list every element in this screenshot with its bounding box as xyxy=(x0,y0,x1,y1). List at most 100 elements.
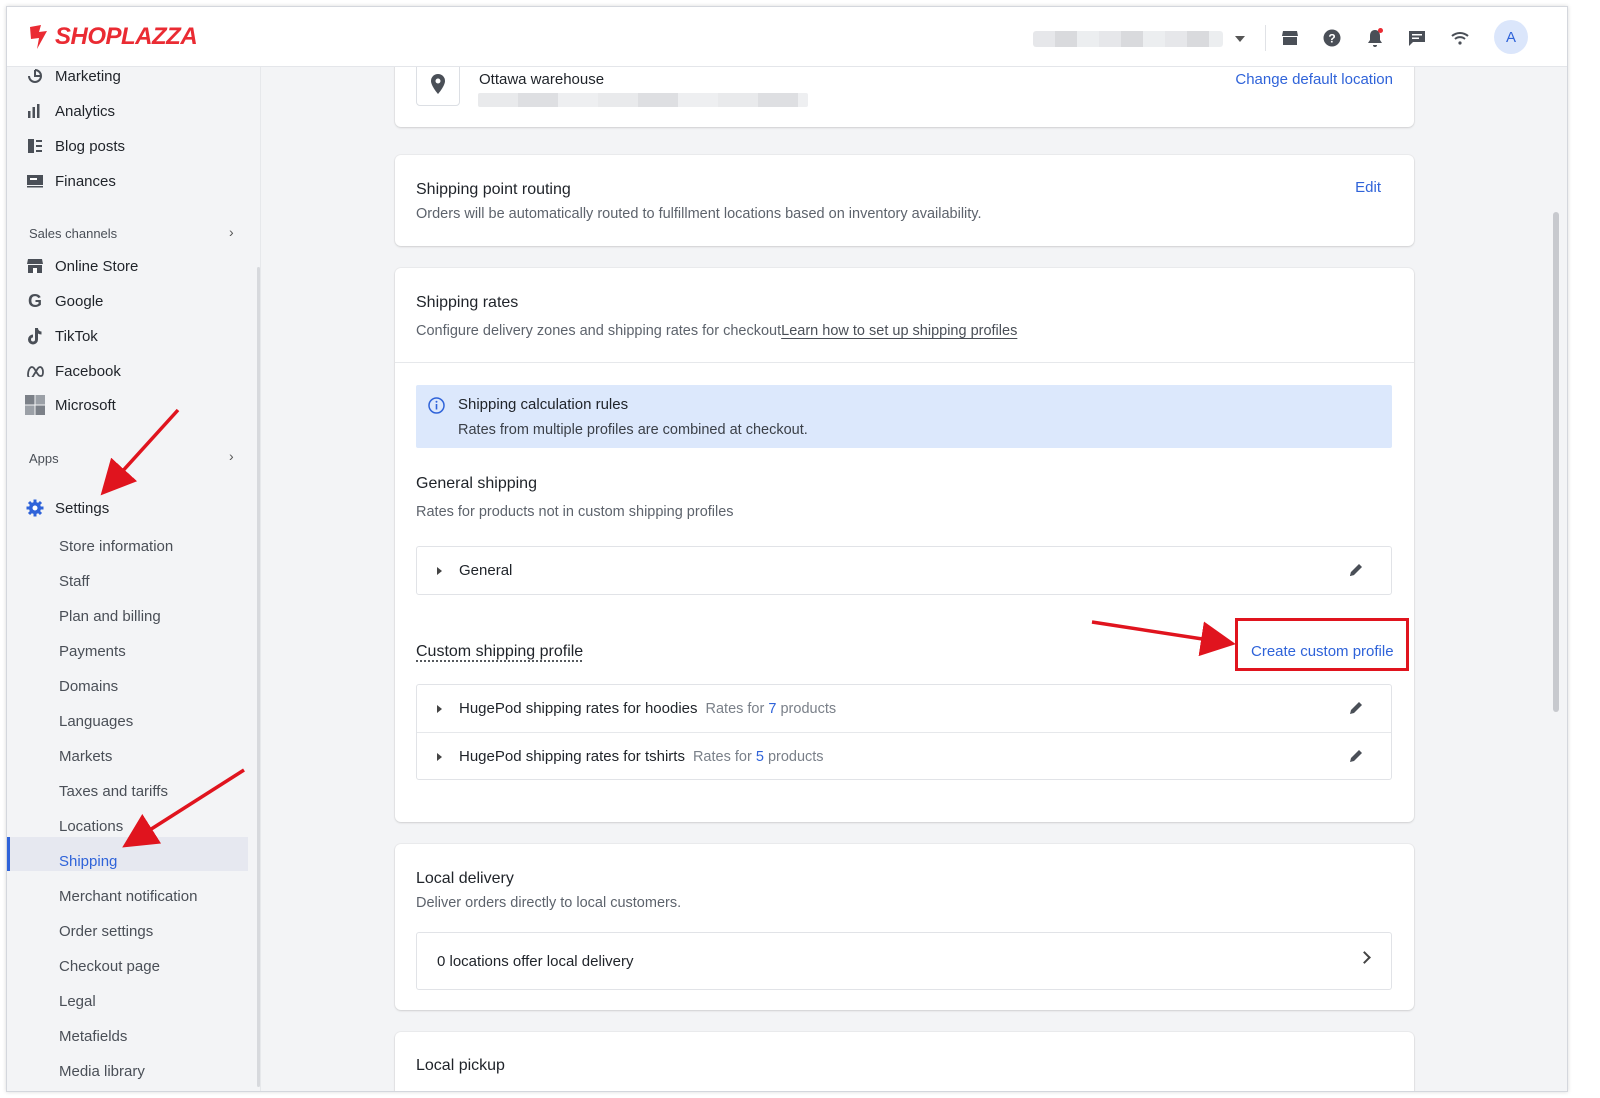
sidebar-item-locations[interactable]: Locations xyxy=(59,818,123,835)
edit-routing-link[interactable]: Edit xyxy=(1355,179,1381,196)
sidebar-item-settings[interactable]: Settings xyxy=(25,498,109,518)
sidebar-item-label: Google xyxy=(55,292,104,310)
sidebar-item-label: Online Store xyxy=(55,257,139,275)
store-switcher[interactable] xyxy=(1033,29,1253,49)
profile-name: HugePod shipping rates for tshirts Rates … xyxy=(459,748,824,765)
card-title: Local pickup xyxy=(416,1057,505,1074)
pencil-icon[interactable] xyxy=(1347,561,1365,579)
divider xyxy=(395,362,1414,363)
active-item-indicator xyxy=(7,837,10,871)
sidebar-item-taxes[interactable]: Taxes and tariffs xyxy=(59,783,168,800)
location-name: Ottawa warehouse xyxy=(479,71,605,88)
card-description: Configure delivery zones and shipping ra… xyxy=(416,323,1017,339)
shipping-rates-card: Shipping rates Configure delivery zones … xyxy=(395,268,1414,822)
local-delivery-card: Local delivery Deliver orders directly t… xyxy=(395,844,1414,1010)
sidebar-item-label: Blog posts xyxy=(55,137,126,155)
help-icon[interactable]: ? xyxy=(1321,27,1343,49)
location-pin-icon xyxy=(431,74,445,94)
chevron-right-icon xyxy=(1358,951,1371,964)
expand-caret-icon[interactable] xyxy=(437,567,442,575)
custom-profile-row[interactable]: HugePod shipping rates for hoodies Rates … xyxy=(417,685,1391,732)
sidebar-item-tiktok[interactable]: TikTok xyxy=(25,326,98,346)
meta-suffix: products xyxy=(780,701,837,717)
store-icon[interactable] xyxy=(1279,27,1301,49)
card-description: Orders will be automatically routed to f… xyxy=(416,206,982,222)
marketing-icon xyxy=(25,66,45,86)
top-bar: SHOPLAZZA ? A xyxy=(7,7,1567,67)
profile-meta: Rates for 7 products xyxy=(706,701,837,717)
learn-shipping-profiles-link[interactable]: Learn how to set up shipping profiles xyxy=(781,323,1017,339)
sidebar-item-payments[interactable]: Payments xyxy=(59,643,126,660)
wifi-icon[interactable] xyxy=(1449,27,1471,49)
sidebar-item-order-settings[interactable]: Order settings xyxy=(59,923,153,940)
finances-icon xyxy=(25,171,45,191)
chevron-right-icon[interactable]: › xyxy=(229,448,234,464)
sidebar: Marketing Analytics Blog posts Finances … xyxy=(7,66,261,1091)
local-delivery-row[interactable]: 0 locations offer local delivery xyxy=(416,932,1392,990)
card-description: Deliver orders directly to local custome… xyxy=(416,895,682,911)
main-scrollbar[interactable] xyxy=(1551,67,1561,1091)
meta-prefix: Rates for xyxy=(705,701,765,717)
store-name-redacted xyxy=(1033,31,1223,47)
avatar[interactable]: A xyxy=(1494,20,1528,54)
default-location-card: Ottawa warehouse Change default location xyxy=(395,67,1414,127)
sidebar-item-media-library[interactable]: Media library xyxy=(59,1063,145,1080)
sidebar-item-shipping[interactable]: Shipping xyxy=(59,853,117,870)
main-content: Ottawa warehouse Change default location… xyxy=(261,67,1551,1091)
info-text: Rates from multiple profiles are combine… xyxy=(458,422,808,438)
sidebar-scrollbar[interactable] xyxy=(257,267,260,1087)
sidebar-item-microsoft[interactable]: Microsoft xyxy=(25,395,116,415)
sidebar-item-markets[interactable]: Markets xyxy=(59,748,112,765)
active-item-highlight xyxy=(7,837,248,871)
sidebar-item-label: Facebook xyxy=(55,362,121,380)
sidebar-item-metafields[interactable]: Metafields xyxy=(59,1028,127,1045)
app-window: SHOPLAZZA ? A Marketing Analytics Blog p… xyxy=(6,6,1568,1092)
sidebar-item-finances[interactable]: Finances xyxy=(25,171,116,191)
expand-caret-icon[interactable] xyxy=(437,705,442,713)
microsoft-icon xyxy=(25,395,45,415)
sidebar-item-domains[interactable]: Domains xyxy=(59,678,118,695)
shoplazza-logo-icon xyxy=(30,25,47,49)
product-count: 5 xyxy=(755,748,764,765)
sidebar-item-facebook[interactable]: Facebook xyxy=(25,361,121,381)
sidebar-item-marketing[interactable]: Marketing xyxy=(25,66,121,86)
meta-prefix: Rates for xyxy=(692,748,752,765)
sidebar-item-store-information[interactable]: Store information xyxy=(59,538,173,555)
sidebar-item-label: Finances xyxy=(55,172,116,190)
sidebar-item-merchant-notification[interactable]: Merchant notification xyxy=(59,888,197,905)
sidebar-item-blog-posts[interactable]: Blog posts xyxy=(25,136,125,156)
sidebar-item-google[interactable]: G Google xyxy=(25,291,103,311)
pencil-icon[interactable] xyxy=(1347,699,1365,717)
sidebar-item-staff[interactable]: Staff xyxy=(59,573,90,590)
general-profile-row[interactable]: General xyxy=(417,547,1391,594)
sidebar-item-checkout-page[interactable]: Checkout page xyxy=(59,958,160,975)
card-title: Shipping rates xyxy=(416,294,519,311)
shipping-calculation-info-banner: Shipping calculation rules Rates from mu… xyxy=(416,385,1392,448)
shipping-point-routing-card: Shipping point routing Orders will be au… xyxy=(395,155,1414,246)
sidebar-item-plan-billing[interactable]: Plan and billing xyxy=(59,608,161,625)
profile-title: HugePod shipping rates for tshirts xyxy=(459,747,685,765)
scrollbar-thumb[interactable] xyxy=(1553,212,1559,712)
sidebar-item-online-store[interactable]: Online Store xyxy=(25,256,138,276)
custom-profile-row[interactable]: HugePod shipping rates for tshirts Rates … xyxy=(417,732,1391,779)
sidebar-item-languages[interactable]: Languages xyxy=(59,713,133,730)
custom-profile-list: HugePod shipping rates for hoodies Rates … xyxy=(416,684,1392,780)
product-count: 7 xyxy=(768,701,777,717)
gear-icon xyxy=(25,498,45,518)
chevron-right-icon[interactable]: › xyxy=(229,224,234,240)
logo[interactable]: SHOPLAZZA xyxy=(27,23,198,51)
pencil-icon[interactable] xyxy=(1347,747,1365,765)
expand-caret-icon[interactable] xyxy=(437,753,442,761)
general-shipping-title: General shipping xyxy=(416,475,537,492)
change-default-location-link[interactable]: Change default location xyxy=(1235,71,1393,88)
custom-shipping-profile-title: Custom shipping profile xyxy=(416,643,584,660)
chat-icon[interactable] xyxy=(1406,27,1428,49)
section-label-apps: Apps xyxy=(29,451,59,466)
sidebar-item-label: Settings xyxy=(55,499,110,517)
meta-suffix: products xyxy=(767,748,824,765)
card-title: Local delivery xyxy=(416,870,514,887)
bell-icon[interactable] xyxy=(1364,27,1386,49)
sidebar-item-analytics[interactable]: Analytics xyxy=(25,101,115,121)
info-icon xyxy=(428,397,445,414)
sidebar-item-legal[interactable]: Legal xyxy=(59,993,96,1010)
